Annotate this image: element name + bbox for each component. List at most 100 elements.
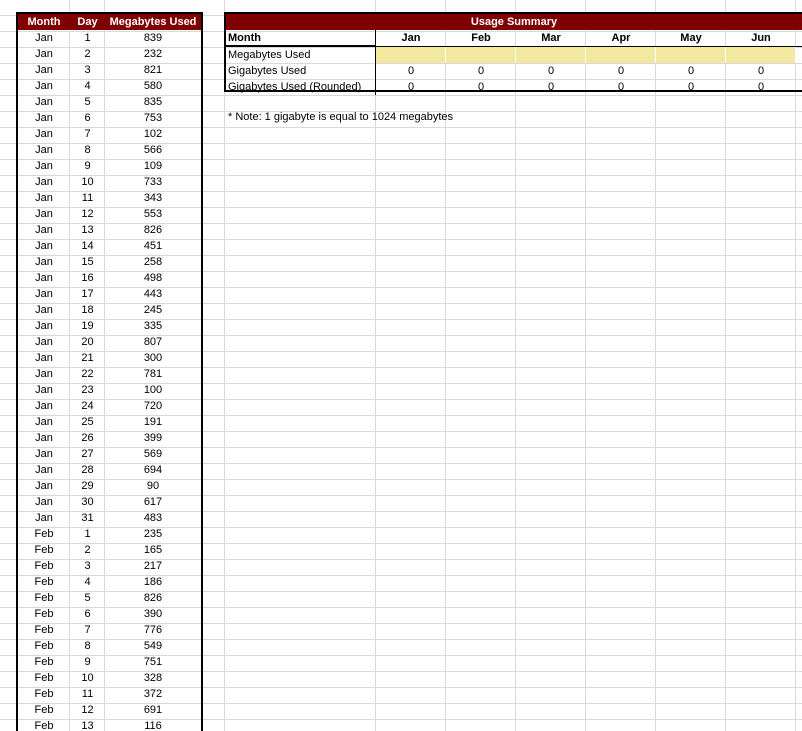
month-cell[interactable]: Jan bbox=[18, 206, 70, 222]
month-cell[interactable]: Jan bbox=[18, 366, 70, 382]
megabytes-cell[interactable]: 826 bbox=[105, 590, 201, 606]
month-cell[interactable]: Jan bbox=[18, 462, 70, 478]
megabytes-cell[interactable]: 186 bbox=[105, 574, 201, 590]
day-cell[interactable]: 13 bbox=[70, 718, 105, 731]
megabytes-cell[interactable]: 553 bbox=[105, 206, 201, 222]
megabytes-cell[interactable]: 753 bbox=[105, 110, 201, 126]
day-cell[interactable]: 12 bbox=[70, 206, 105, 222]
month-cell[interactable]: Jan bbox=[18, 270, 70, 286]
day-cell[interactable]: 9 bbox=[70, 158, 105, 174]
megabytes-cell[interactable]: 102 bbox=[105, 126, 201, 142]
summary-input-cell[interactable] bbox=[516, 47, 586, 63]
megabytes-cell[interactable]: 443 bbox=[105, 286, 201, 302]
month-cell[interactable]: Jan bbox=[18, 382, 70, 398]
summary-month-jan[interactable]: Jan bbox=[376, 30, 446, 46]
month-cell[interactable]: Jan bbox=[18, 430, 70, 446]
megabytes-cell[interactable]: 807 bbox=[105, 334, 201, 350]
day-cell[interactable]: 20 bbox=[70, 334, 105, 350]
month-cell[interactable]: Jan bbox=[18, 142, 70, 158]
day-cell[interactable]: 3 bbox=[70, 62, 105, 78]
summary-value-cell[interactable]: 0 bbox=[586, 79, 656, 95]
day-cell[interactable]: 12 bbox=[70, 702, 105, 718]
megabytes-cell[interactable]: 617 bbox=[105, 494, 201, 510]
summary-value-cell[interactable]: 0 bbox=[726, 63, 796, 79]
summary-value-cell[interactable]: 0 bbox=[656, 63, 726, 79]
megabytes-cell[interactable]: 258 bbox=[105, 254, 201, 270]
summary-value-cell[interactable]: 0 bbox=[446, 79, 516, 95]
month-cell[interactable]: Jan bbox=[18, 286, 70, 302]
day-cell[interactable]: 6 bbox=[70, 110, 105, 126]
day-cell[interactable]: 5 bbox=[70, 94, 105, 110]
megabytes-cell[interactable]: 569 bbox=[105, 446, 201, 462]
day-cell[interactable]: 18 bbox=[70, 302, 105, 318]
day-cell[interactable]: 31 bbox=[70, 510, 105, 526]
month-cell[interactable]: Feb bbox=[18, 574, 70, 590]
megabytes-cell[interactable]: 217 bbox=[105, 558, 201, 574]
megabytes-cell[interactable]: 821 bbox=[105, 62, 201, 78]
day-cell[interactable]: 10 bbox=[70, 174, 105, 190]
megabytes-cell[interactable]: 232 bbox=[105, 46, 201, 62]
month-cell[interactable]: Jan bbox=[18, 446, 70, 462]
megabytes-cell[interactable]: 245 bbox=[105, 302, 201, 318]
day-cell[interactable]: 15 bbox=[70, 254, 105, 270]
month-cell[interactable]: Feb bbox=[18, 686, 70, 702]
megabytes-cell[interactable]: 498 bbox=[105, 270, 201, 286]
day-cell[interactable]: 6 bbox=[70, 606, 105, 622]
summary-month-mar[interactable]: Mar bbox=[516, 30, 586, 46]
summary-value-cell[interactable]: 0 bbox=[516, 63, 586, 79]
month-cell[interactable]: Feb bbox=[18, 590, 70, 606]
day-cell[interactable]: 13 bbox=[70, 222, 105, 238]
megabytes-cell[interactable]: 781 bbox=[105, 366, 201, 382]
day-cell[interactable]: 4 bbox=[70, 574, 105, 590]
month-cell[interactable]: Jan bbox=[18, 398, 70, 414]
megabytes-cell[interactable]: 399 bbox=[105, 430, 201, 446]
megabytes-cell[interactable]: 343 bbox=[105, 190, 201, 206]
month-cell[interactable]: Feb bbox=[18, 638, 70, 654]
megabytes-cell[interactable]: 835 bbox=[105, 94, 201, 110]
day-cell[interactable]: 23 bbox=[70, 382, 105, 398]
day-cell[interactable]: 8 bbox=[70, 638, 105, 654]
summary-input-cell[interactable] bbox=[726, 47, 796, 63]
day-cell[interactable]: 1 bbox=[70, 526, 105, 542]
month-cell[interactable]: Jan bbox=[18, 174, 70, 190]
month-cell[interactable]: Jan bbox=[18, 190, 70, 206]
megabytes-cell[interactable]: 116 bbox=[105, 718, 201, 731]
day-cell[interactable]: 2 bbox=[70, 46, 105, 62]
month-cell[interactable]: Feb bbox=[18, 526, 70, 542]
month-cell[interactable]: Feb bbox=[18, 654, 70, 670]
summary-value-cell[interactable]: 0 bbox=[726, 79, 796, 95]
summary-value-cell[interactable]: 0 bbox=[516, 79, 586, 95]
megabytes-cell[interactable]: 90 bbox=[105, 478, 201, 494]
megabytes-cell[interactable]: 751 bbox=[105, 654, 201, 670]
month-cell[interactable]: Jan bbox=[18, 510, 70, 526]
summary-value-cell[interactable]: 0 bbox=[656, 79, 726, 95]
month-cell[interactable]: Jan bbox=[18, 414, 70, 430]
month-cell[interactable]: Feb bbox=[18, 622, 70, 638]
summary-month-apr[interactable]: Apr bbox=[586, 30, 656, 46]
month-cell[interactable]: Jan bbox=[18, 30, 70, 46]
month-cell[interactable]: Jan bbox=[18, 126, 70, 142]
month-cell[interactable]: Jan bbox=[18, 238, 70, 254]
day-cell[interactable]: 3 bbox=[70, 558, 105, 574]
summary-value-cell[interactable]: 0 bbox=[376, 63, 446, 79]
day-cell[interactable]: 25 bbox=[70, 414, 105, 430]
month-cell[interactable]: Jan bbox=[18, 254, 70, 270]
header-month[interactable]: Month bbox=[18, 14, 70, 30]
month-cell[interactable]: Jan bbox=[18, 46, 70, 62]
usage-summary-title[interactable]: Usage Summary bbox=[226, 14, 802, 30]
summary-input-cell[interactable] bbox=[446, 47, 516, 63]
month-cell[interactable]: Feb bbox=[18, 702, 70, 718]
megabytes-cell[interactable]: 720 bbox=[105, 398, 201, 414]
megabytes-cell[interactable]: 580 bbox=[105, 78, 201, 94]
summary-row-label[interactable]: Gigabytes Used bbox=[226, 63, 376, 79]
day-cell[interactable]: 11 bbox=[70, 686, 105, 702]
month-cell[interactable]: Jan bbox=[18, 78, 70, 94]
day-cell[interactable]: 11 bbox=[70, 190, 105, 206]
month-cell[interactable]: Jan bbox=[18, 334, 70, 350]
megabytes-cell[interactable]: 451 bbox=[105, 238, 201, 254]
megabytes-cell[interactable]: 776 bbox=[105, 622, 201, 638]
month-cell[interactable]: Jan bbox=[18, 158, 70, 174]
month-cell[interactable]: Jan bbox=[18, 302, 70, 318]
day-cell[interactable]: 16 bbox=[70, 270, 105, 286]
megabytes-cell[interactable]: 300 bbox=[105, 350, 201, 366]
